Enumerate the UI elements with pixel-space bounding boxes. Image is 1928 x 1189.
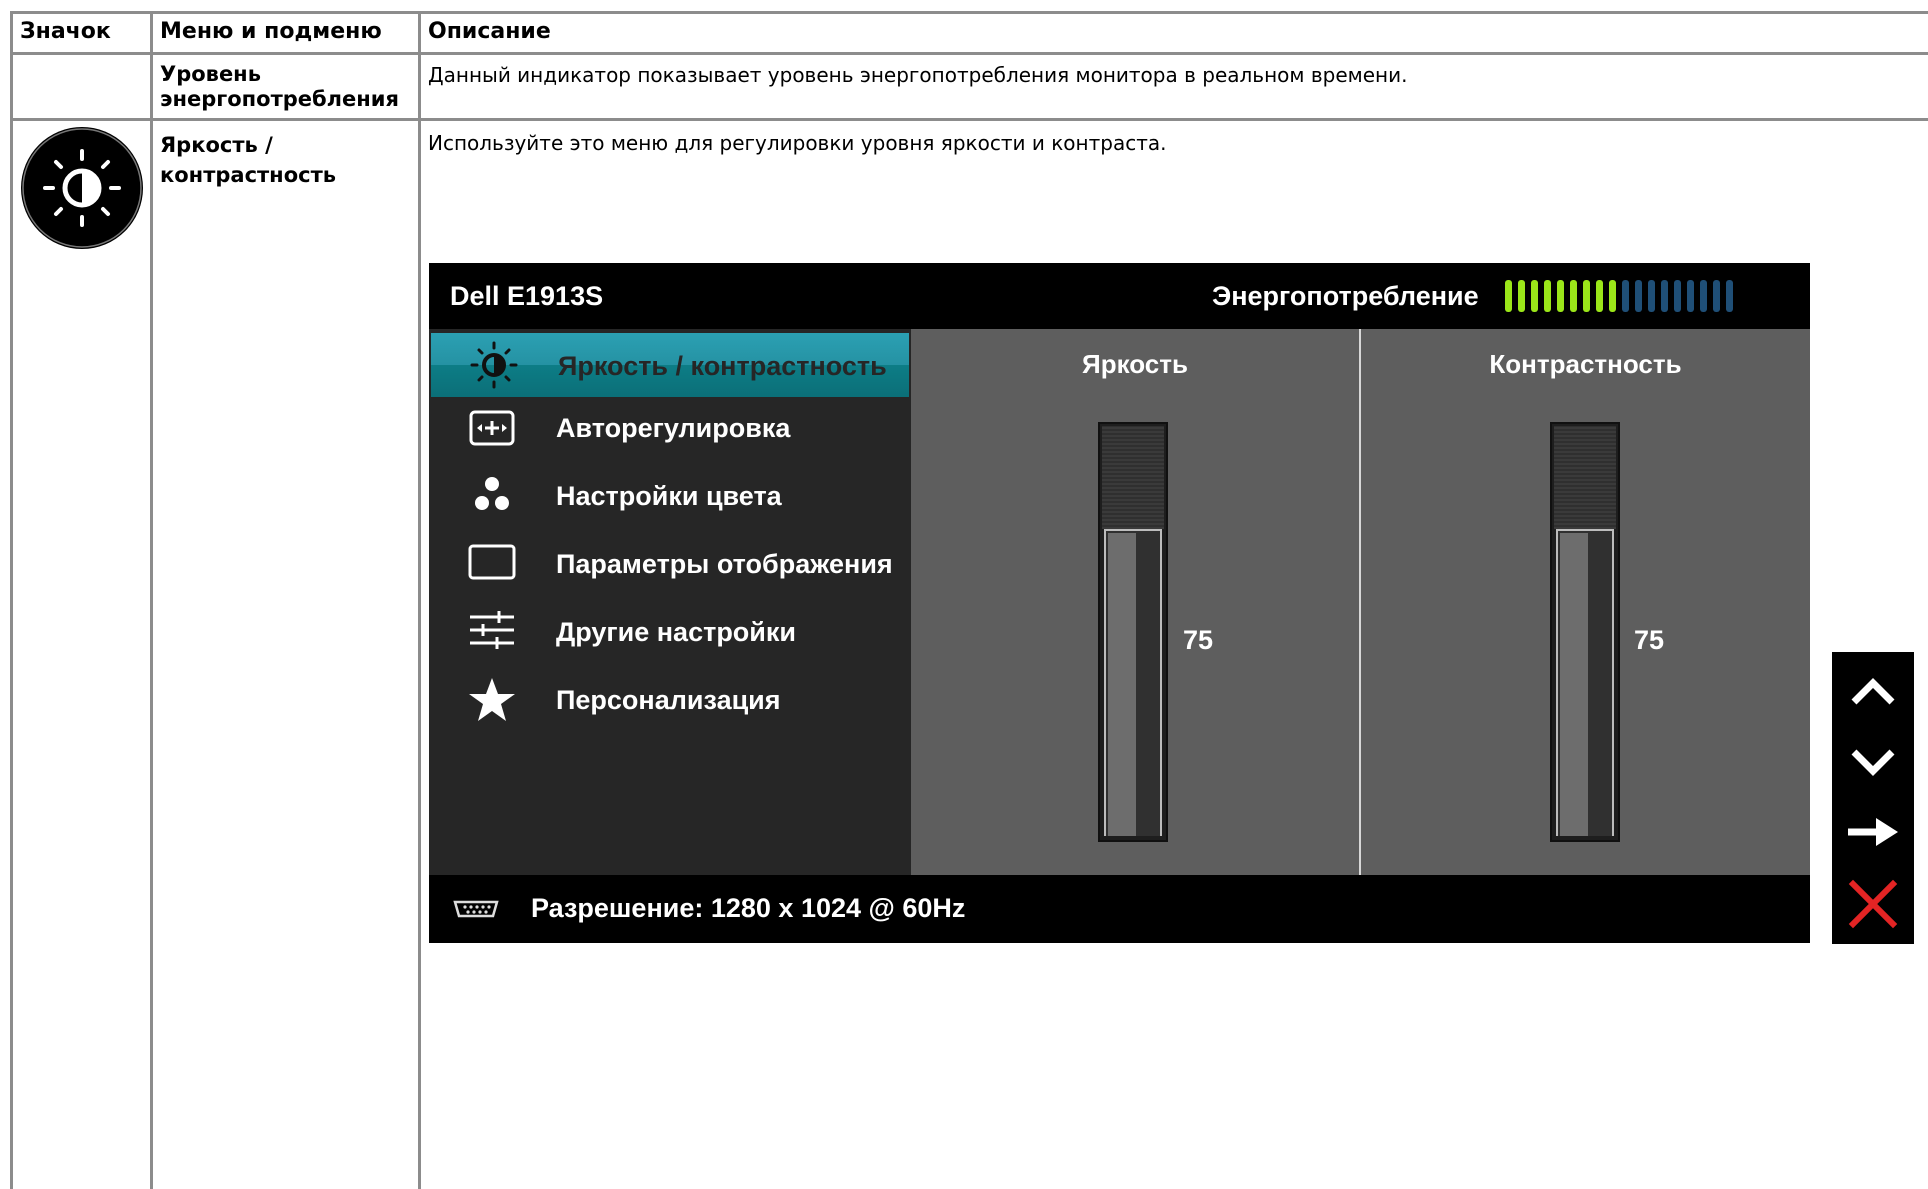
color-settings-icon: [467, 471, 517, 521]
energy-meter-segment: [1544, 280, 1551, 312]
osd-menu-item-other-settings[interactable]: Другие настройки: [429, 601, 911, 665]
brightness-contrast-icon: [469, 340, 519, 390]
down-arrow-button[interactable]: [1843, 732, 1903, 792]
osd-screenshot: Dell E1913S Энергопотребление Яркость / …: [429, 263, 1810, 943]
slider-track: [1554, 426, 1616, 529]
osd-menu-item-personalize[interactable]: Персонализация: [429, 669, 911, 733]
close-button[interactable]: [1843, 874, 1903, 934]
brightness-slider[interactable]: [1098, 422, 1168, 842]
brightness-value: 75: [1183, 625, 1214, 655]
vga-connector-icon: [451, 899, 501, 919]
up-arrow-icon: [1851, 678, 1895, 705]
osd-menu-item-color-settings[interactable]: Настройки цвета: [429, 465, 911, 529]
brightness-title: Яркость: [1082, 349, 1188, 379]
table-header-divider: [10, 52, 1928, 55]
table-col-divider-1: [150, 11, 153, 1189]
energy-meter-segment: [1596, 280, 1603, 312]
table-top-border: [10, 11, 1928, 14]
energy-meter-segment: [1557, 280, 1564, 312]
header-description: Описание: [428, 19, 551, 44]
header-menu: Меню и подменю: [160, 19, 382, 44]
row-energy-menu: Уровень энергопотребления: [160, 62, 399, 112]
energy-meter-segment: [1570, 280, 1577, 312]
energy-meter-segment: [1531, 280, 1538, 312]
osd-column-divider: [1359, 329, 1361, 875]
auto-adjust-icon: [467, 403, 517, 453]
contrast-slider[interactable]: [1550, 422, 1620, 842]
right-arrow-button[interactable]: [1843, 802, 1903, 862]
energy-meter-segment: [1518, 280, 1525, 312]
down-arrow-icon: [1851, 749, 1895, 776]
contrast-value: 75: [1634, 625, 1665, 655]
energy-meter: [1505, 280, 1739, 312]
header-icon: Значок: [20, 19, 111, 44]
row-brightness-menu: Яркость / контрастность: [160, 130, 336, 190]
osd-status-bar: Разрешение: 1280 x 1024 @ 60Hz: [429, 875, 1810, 943]
row-energy-description: Данный индикатор показывает уровень энер…: [428, 63, 1408, 87]
osd-menu-item-brightness-contrast[interactable]: Яркость / контрастность: [431, 333, 909, 397]
table-left-border: [10, 11, 13, 1189]
osd-menu: Яркость / контрастность Авторегулировка: [429, 329, 911, 875]
osd-menu-label: Другие настройки: [556, 617, 797, 647]
energy-meter-segment: [1609, 280, 1616, 312]
table-row-divider: [10, 118, 1928, 121]
osd-button-panel: [1832, 652, 1914, 944]
osd-menu-label: Персонализация: [556, 685, 781, 715]
table-col-divider-2: [418, 11, 421, 1189]
energy-meter-segment: [1726, 280, 1733, 312]
osd-menu-label: Настройки цвета: [556, 481, 782, 511]
energy-meter-segment: [1583, 280, 1590, 312]
display-settings-icon: [467, 537, 517, 587]
osd-title-bar: Dell E1913S Энергопотребление: [429, 263, 1810, 329]
energy-label: Энергопотребление: [1212, 281, 1479, 311]
slider-fill: [1104, 529, 1162, 836]
osd-menu-item-auto-adjust[interactable]: Авторегулировка: [429, 397, 911, 461]
document-page: Значок Меню и подменю Описание Уровень э…: [0, 0, 1928, 1189]
contrast-title: Контрастность: [1489, 349, 1682, 379]
menu-line: контрастность: [160, 163, 337, 187]
up-arrow-button[interactable]: [1843, 662, 1903, 722]
osd-menu-label: Яркость / контрастность: [558, 351, 887, 381]
osd-menu-label: Параметры отображения: [556, 549, 893, 579]
personalize-star-icon: [467, 675, 517, 725]
osd-menu-label: Авторегулировка: [556, 413, 791, 443]
other-settings-icon: [467, 605, 517, 655]
energy-meter-segment: [1700, 280, 1707, 312]
energy-meter-segment: [1648, 280, 1655, 312]
energy-meter-segment: [1687, 280, 1694, 312]
energy-meter-segment: [1713, 280, 1720, 312]
osd-menu-item-display-settings[interactable]: Параметры отображения: [429, 533, 911, 597]
menu-line: энергопотребления: [160, 87, 400, 111]
monitor-model: Dell E1913S: [450, 281, 604, 311]
slider-track: [1102, 426, 1164, 529]
right-arrow-icon: [1848, 818, 1898, 846]
resolution-text: Разрешение: 1280 x 1024 @ 60Hz: [531, 893, 966, 923]
menu-line: Уровень: [160, 62, 261, 86]
brightness-contrast-icon: [20, 126, 144, 250]
energy-meter-segment: [1635, 280, 1642, 312]
slider-fill: [1556, 529, 1614, 836]
menu-line: Яркость /: [160, 133, 273, 157]
close-icon: [1848, 879, 1898, 929]
row-brightness-description: Используйте это меню для регулировки уро…: [428, 131, 1167, 155]
energy-meter-segment: [1674, 280, 1681, 312]
energy-meter-segment: [1622, 280, 1629, 312]
energy-meter-segment: [1505, 280, 1512, 312]
energy-meter-segment: [1661, 280, 1668, 312]
